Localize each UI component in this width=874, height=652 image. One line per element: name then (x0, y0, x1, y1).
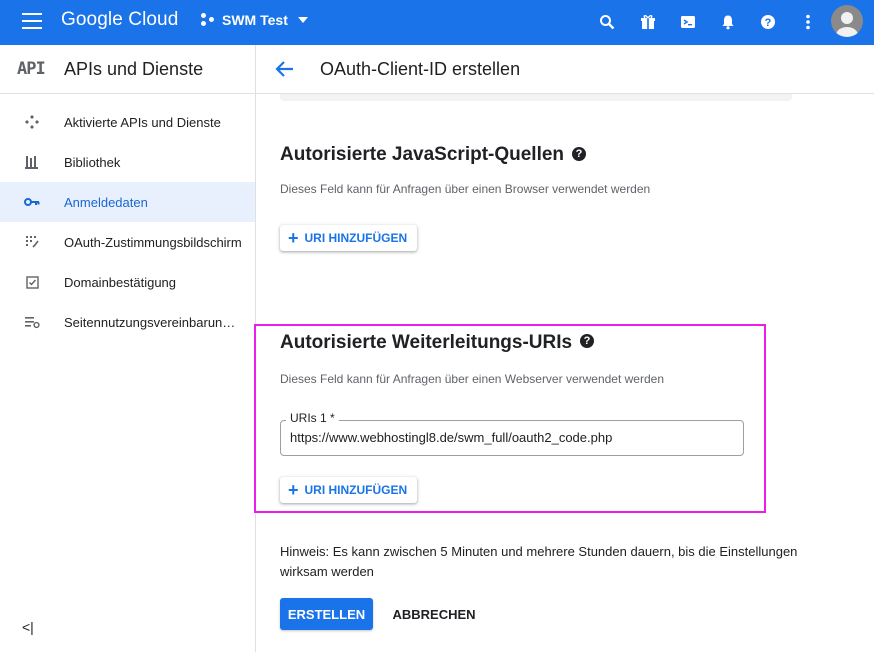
sidebar-item-enabled-apis[interactable]: Aktivierte APIs und Dienste (0, 102, 255, 142)
sidebar-item-credentials[interactable]: Anmeldedaten (0, 182, 255, 222)
sidebar-item-library[interactable]: Bibliothek (0, 142, 255, 182)
sidebar-item-domain-verification[interactable]: Domainbestätigung (0, 262, 255, 302)
bell-icon[interactable] (718, 12, 738, 32)
sidebar-item-label: Domainbestätigung (64, 274, 177, 290)
help-icon[interactable]: ? (758, 12, 778, 32)
redirect-uri-value[interactable]: https://www.webhostingl8.de/swm_full/oau… (290, 430, 612, 445)
redirect-uris-heading: Autorisierte Weiterleitungs-URIs (280, 332, 573, 353)
settings-list-icon (22, 312, 42, 332)
cancel-button[interactable]: ABBRECHEN (388, 598, 480, 630)
gift-icon[interactable] (638, 12, 658, 32)
sidebar-item-label: OAuth-Zustimmungsbildschirm (64, 234, 242, 250)
js-origins-description: Dieses Feld kann für Anfragen über einen… (280, 182, 651, 196)
add-redirect-uri-label: URI HINZUFÜGEN (304, 483, 408, 497)
chevron-down-icon (297, 17, 308, 23)
plus-icon: + (288, 228, 299, 248)
sidebar-title: APIs und Dienste (64, 59, 204, 79)
help-icon[interactable]: ? (580, 334, 594, 348)
redirect-uris-description: Dieses Feld kann für Anfragen über einen… (280, 372, 664, 386)
sidebar-item-oauth-consent[interactable]: OAuth-Zustimmungsbildschirm (0, 222, 255, 262)
previous-section-card (280, 94, 792, 101)
consent-icon (22, 232, 42, 252)
top-app-bar: Google Cloud SWM Test ? (0, 0, 874, 45)
help-icon[interactable]: ? (572, 147, 586, 161)
sidebar-item-label: Bibliothek (64, 154, 121, 170)
key-icon (22, 192, 42, 212)
add-redirect-uri-button[interactable]: + URI HINZUFÜGEN (280, 477, 418, 503)
api-badge-icon: API (17, 59, 46, 79)
search-icon[interactable] (597, 12, 617, 32)
project-icon (200, 12, 216, 28)
sidebar-header: API APIs und Dienste (0, 45, 255, 94)
collapse-sidebar-icon[interactable]: <| (22, 619, 34, 635)
dashboard-icon (22, 112, 42, 132)
page-title: OAuth-Client-ID erstellen (320, 59, 521, 79)
google-cloud-logo[interactable]: Google Cloud (61, 9, 178, 31)
redirect-uri-field-label: URIs 1 * (286, 411, 339, 425)
menu-icon[interactable] (22, 13, 42, 29)
sidebar-item-page-usage-agreements[interactable]: Seitennutzungsvereinbarungen (0, 302, 255, 342)
sidebar: API APIs und Dienste Aktivierte APIs und… (0, 45, 256, 652)
sidebar-item-label: Seitennutzungsvereinbarungen (64, 314, 242, 330)
hint-note: Hinweis: Es kann zwischen 5 Minuten und … (280, 544, 798, 579)
more-vert-icon[interactable] (798, 12, 818, 32)
project-name: SWM Test (222, 12, 288, 28)
terminal-icon[interactable] (678, 12, 698, 32)
checkbox-icon (22, 272, 42, 292)
plus-icon: + (288, 480, 299, 500)
create-button[interactable]: ERSTELLEN (280, 598, 373, 630)
back-arrow-icon[interactable] (274, 58, 296, 80)
sidebar-item-label: Anmeldedaten (64, 194, 148, 210)
add-js-origin-button[interactable]: + URI HINZUFÜGEN (280, 225, 418, 251)
page-header: OAuth-Client-ID erstellen (256, 45, 874, 94)
avatar[interactable] (831, 5, 863, 37)
svg-text:?: ? (765, 17, 772, 29)
library-icon (22, 152, 42, 172)
project-selector[interactable]: SWM Test (200, 12, 308, 28)
add-js-origin-label: URI HINZUFÜGEN (304, 231, 408, 245)
sidebar-item-label: Aktivierte APIs und Dienste (64, 114, 221, 130)
js-origins-heading: Autorisierte JavaScript-Quellen (280, 144, 565, 165)
